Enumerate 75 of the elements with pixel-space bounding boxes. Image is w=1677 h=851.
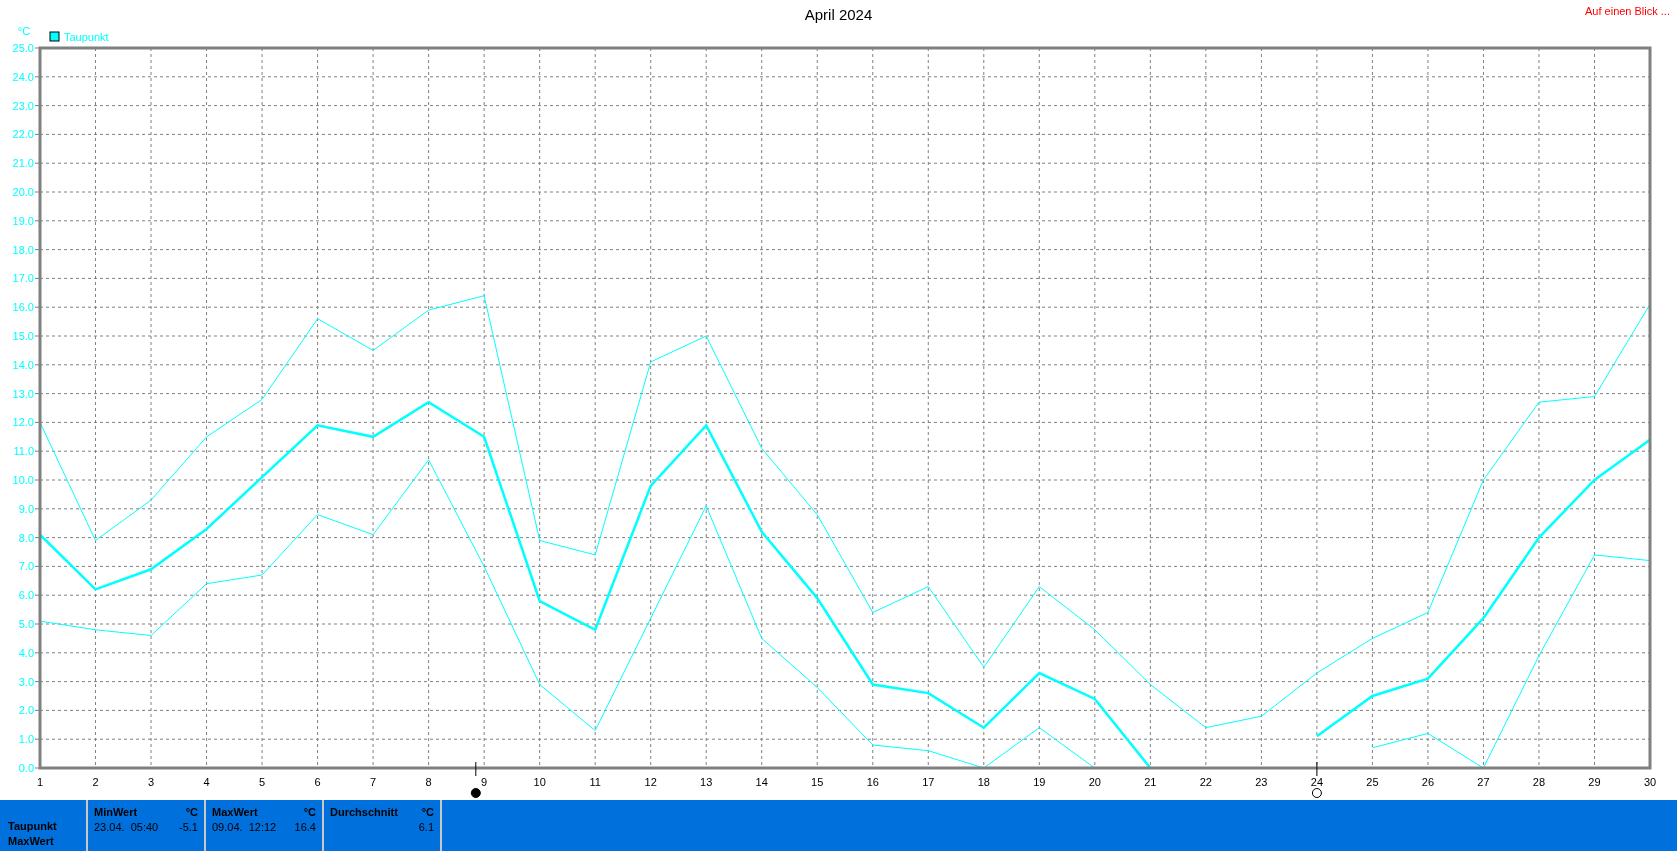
y-tick-label: 9.0 xyxy=(18,502,34,515)
x-tick-label: 11 xyxy=(589,776,601,788)
x-tick-label: 5 xyxy=(259,776,266,788)
y-tick-label: 19.0 xyxy=(12,214,34,227)
x-tick-label: 21 xyxy=(1144,776,1157,788)
header-link[interactable]: Auf einen Blick ... xyxy=(1585,5,1670,17)
x-tick-label: 3 xyxy=(147,776,155,788)
y-tick-label: 8.0 xyxy=(18,531,34,544)
stat-value: 6.1 xyxy=(418,821,434,833)
y-tick-label: 22.0 xyxy=(12,128,34,141)
row-label: MaxWert xyxy=(8,835,55,847)
unit-label: °C xyxy=(185,806,198,818)
x-tick-label: 8 xyxy=(425,776,432,788)
x-tick-label: 1 xyxy=(36,776,44,788)
y-tick-label: 2.0 xyxy=(18,704,34,717)
axis-unit-label: °C xyxy=(17,25,31,37)
x-tick-label: 20 xyxy=(1088,776,1101,788)
y-tick-label: 18.0 xyxy=(12,243,34,256)
y-tick-label: 7.0 xyxy=(18,560,34,573)
x-tick-label: 18 xyxy=(977,776,990,788)
column-heading: MaxWert xyxy=(212,806,258,818)
x-tick-label: 17 xyxy=(922,776,935,788)
x-tick-label: 24 xyxy=(1310,776,1323,788)
open-circle-icon xyxy=(1311,761,1322,798)
column-heading: Durchschnitt xyxy=(330,806,398,818)
y-tick-label: 6.0 xyxy=(18,589,34,602)
y-tick-label: 25.0 xyxy=(12,42,34,54)
date-time-text: 23.04. 05:40 xyxy=(94,821,159,833)
x-tick-label: 10 xyxy=(533,776,546,788)
y-tick-label: 21.0 xyxy=(12,157,34,170)
y-tick-label: 15.0 xyxy=(12,330,34,342)
x-tick-label: 4 xyxy=(203,776,210,788)
x-tick-label: 30 xyxy=(1643,776,1657,788)
chart-title: April 2024 xyxy=(804,6,873,23)
x-tick-label: 14 xyxy=(755,776,768,788)
unit-label: °C xyxy=(303,806,316,818)
filled-circle-icon xyxy=(470,761,481,798)
y-tick-label: 16.0 xyxy=(12,301,34,314)
x-tick-label: 7 xyxy=(370,776,377,788)
x-tick-label: 28 xyxy=(1532,776,1546,788)
x-tick-label: 2 xyxy=(92,776,99,788)
legend-label: Taupunkt xyxy=(64,31,109,43)
y-tick-label: 10.0 xyxy=(12,474,34,486)
x-tick-label: 22 xyxy=(1199,776,1212,788)
y-tick-label: 20.0 xyxy=(12,186,34,198)
x-tick-label: 19 xyxy=(1033,776,1046,788)
y-tick-label: 0.0 xyxy=(18,762,34,774)
y-tick-label: 1.0 xyxy=(18,733,34,746)
x-tick-label: 9 xyxy=(481,776,488,788)
x-tick-label: 13 xyxy=(700,776,713,788)
unit-label: °C xyxy=(421,806,434,818)
x-tick-label: 12 xyxy=(644,776,657,788)
row-label: Taupunkt xyxy=(8,820,58,832)
x-tick-label: 29 xyxy=(1588,776,1601,788)
x-tick-label: 25 xyxy=(1366,776,1379,788)
x-tick-label: 27 xyxy=(1477,776,1490,788)
x-tick-label: 23 xyxy=(1255,776,1268,788)
y-tick-label: 11.0 xyxy=(13,445,34,458)
stat-value: -5.1 xyxy=(179,821,198,833)
y-tick-label: 23.0 xyxy=(12,99,34,112)
y-tick-label: 5.0 xyxy=(18,618,34,630)
stat-value: 16.4 xyxy=(294,821,316,833)
y-tick-label: 12.0 xyxy=(12,416,34,429)
y-tick-label: 14.0 xyxy=(12,358,34,371)
y-tick-label: 13.0 xyxy=(12,387,34,400)
x-tick-label: 15 xyxy=(811,776,824,788)
x-tick-label: 16 xyxy=(866,776,879,788)
x-tick-label: 6 xyxy=(314,776,321,788)
y-tick-label: 24.0 xyxy=(12,70,34,83)
x-tick-label: 26 xyxy=(1421,776,1435,788)
y-tick-label: 17.0 xyxy=(12,272,34,285)
y-tick-label: 3.0 xyxy=(18,675,34,688)
column-heading: MinWert xyxy=(94,806,138,818)
date-time-text: 09.04. 12:12 xyxy=(212,821,277,833)
y-tick-label: 4.0 xyxy=(18,646,34,659)
